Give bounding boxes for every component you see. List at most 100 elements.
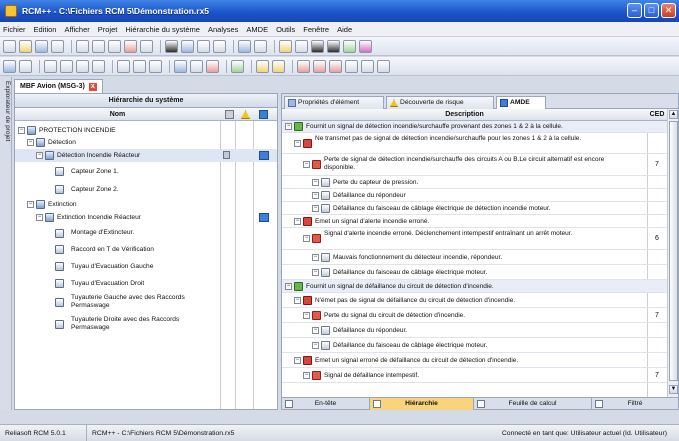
- effect-row[interactable]: − Perte du signal du circuit de détectio…: [282, 308, 667, 323]
- note-icon[interactable]: [256, 59, 269, 73]
- delete-icon[interactable]: [124, 39, 137, 53]
- collapse-icon[interactable]: −: [36, 214, 43, 221]
- menu-afficher[interactable]: Afficher: [64, 25, 89, 34]
- close-tab-icon[interactable]: x: [88, 82, 97, 91]
- collapse-icon[interactable]: −: [285, 123, 292, 130]
- analysis-icon[interactable]: [311, 39, 324, 53]
- tree-item[interactable]: − Détection: [15, 137, 277, 149]
- collapse-icon[interactable]: −: [312, 327, 319, 334]
- column-name-header[interactable]: Nom: [15, 108, 220, 121]
- scroll-thumb[interactable]: [669, 121, 678, 381]
- expand-all-icon[interactable]: [345, 59, 358, 73]
- collapse-icon[interactable]: −: [303, 235, 310, 242]
- scroll-down-icon[interactable]: ▼: [669, 385, 678, 394]
- tree-item[interactable]: Raccord en T de Vérification: [15, 241, 277, 258]
- zoom-out-icon[interactable]: [149, 59, 162, 73]
- maximize-button[interactable]: □: [644, 3, 659, 18]
- tree-item[interactable]: Montage d'Extincteur.: [15, 225, 277, 241]
- vertical-scrollbar[interactable]: ▲ ▼: [667, 109, 678, 397]
- menu-outils[interactable]: Outils: [276, 25, 295, 34]
- document-column-icon[interactable]: [225, 110, 234, 119]
- tab-element-properties[interactable]: Propriétés d'élément: [284, 96, 384, 109]
- risk-icon[interactable]: [297, 59, 310, 73]
- menu-fenetre[interactable]: Fenêtre: [303, 25, 329, 34]
- description-header[interactable]: Description: [282, 109, 647, 121]
- table-icon[interactable]: [238, 39, 251, 53]
- collapse-icon[interactable]: −: [294, 218, 301, 225]
- report-icon[interactable]: [295, 39, 308, 53]
- effect-row[interactable]: − Signal d'alerte incendie erroné. Décle…: [282, 228, 667, 250]
- effect-row[interactable]: − Signal de défaillance intempestif. 7: [282, 368, 667, 383]
- grid-icon[interactable]: [174, 59, 187, 73]
- layout-icon[interactable]: [3, 59, 16, 73]
- export-icon[interactable]: [343, 39, 356, 53]
- tab-feuille-de-calcul[interactable]: Feuille de calcul: [474, 398, 592, 410]
- document-icon[interactable]: [223, 151, 230, 159]
- open-icon[interactable]: [19, 39, 32, 53]
- filter-icon[interactable]: [254, 39, 267, 53]
- collapse-icon[interactable]: −: [27, 139, 34, 146]
- add-effect-icon[interactable]: [92, 59, 105, 73]
- collapse-all-icon[interactable]: [361, 59, 374, 73]
- failure-row[interactable]: − Ne transmet pas de signal de détection…: [282, 133, 667, 154]
- document-tab[interactable]: MBF Avion (MSG-3) x: [14, 79, 103, 93]
- collapse-icon[interactable]: −: [303, 372, 310, 379]
- effect-row[interactable]: − Perte de signal de détection incendie/…: [282, 154, 667, 176]
- collapse-icon[interactable]: −: [36, 152, 43, 159]
- tree-item[interactable]: Tuyauterie Droite avec des Raccords Perm…: [15, 314, 277, 336]
- move-up-icon[interactable]: [197, 39, 210, 53]
- copy-icon[interactable]: [92, 39, 105, 53]
- hierarchy-icon[interactable]: [165, 39, 178, 53]
- tree-item[interactable]: Tuyau d'Evacuation Gauche: [15, 258, 277, 275]
- failure-row[interactable]: − N'émet pas de signal de défaillance du…: [282, 293, 667, 308]
- analysis-grid-icon[interactable]: [259, 213, 269, 222]
- search-icon[interactable]: [117, 59, 130, 73]
- control-icon[interactable]: [329, 59, 342, 73]
- collapse-icon[interactable]: −: [312, 254, 319, 261]
- menu-fichier[interactable]: Fichier: [3, 25, 26, 34]
- tree-item[interactable]: − PROTECTION INCENDIE: [15, 125, 277, 137]
- close-button[interactable]: ✕: [661, 3, 676, 18]
- menu-edition[interactable]: Edition: [34, 25, 57, 34]
- tools-icon[interactable]: [206, 59, 219, 73]
- cause-row[interactable]: − Défaillance du faisceau de câblage éle…: [282, 265, 667, 280]
- tree-item[interactable]: − Extinction: [15, 199, 277, 211]
- collapse-icon[interactable]: −: [312, 269, 319, 276]
- cause-row[interactable]: − Défaillance du faisceau de câblage éle…: [282, 338, 667, 353]
- collapse-icon[interactable]: −: [18, 127, 25, 134]
- cut-icon[interactable]: [76, 39, 89, 53]
- move-down-icon[interactable]: [213, 39, 226, 53]
- undo-icon[interactable]: [140, 39, 153, 53]
- collapse-icon[interactable]: −: [312, 342, 319, 349]
- attachment-icon[interactable]: [272, 59, 285, 73]
- cause-row[interactable]: − Défaillance du répondeur.: [282, 323, 667, 338]
- collapse-icon[interactable]: −: [294, 297, 301, 304]
- tree-item[interactable]: − Extinction Incendie Réacteur: [15, 211, 277, 224]
- tab-risk-discovery[interactable]: Découverte de risque: [386, 96, 494, 109]
- function-row[interactable]: − Fournit un signal de détection incendi…: [282, 121, 667, 133]
- properties-icon[interactable]: [190, 59, 203, 73]
- function-row[interactable]: − Fournit un signal de défaillance du ci…: [282, 280, 667, 293]
- help-icon[interactable]: [359, 39, 372, 53]
- zoom-in-icon[interactable]: [133, 59, 146, 73]
- scroll-up-icon[interactable]: ▲: [669, 110, 678, 119]
- collapse-icon[interactable]: −: [312, 179, 319, 186]
- add-failure-icon[interactable]: [76, 59, 89, 73]
- tab-entete[interactable]: En-tête: [282, 398, 370, 410]
- collapse-icon[interactable]: −: [303, 161, 310, 168]
- menu-aide[interactable]: Aide: [337, 25, 352, 34]
- print-icon[interactable]: [51, 39, 64, 53]
- failure-row[interactable]: − Emet un signal erroné de défaillance d…: [282, 353, 667, 368]
- refresh-icon[interactable]: [377, 59, 390, 73]
- chart-icon[interactable]: [327, 39, 340, 53]
- spreadsheet-icon[interactable]: [231, 59, 244, 73]
- save-icon[interactable]: [35, 39, 48, 53]
- cause-row[interactable]: − Perte du capteur de pression.: [282, 176, 667, 189]
- collapse-icon[interactable]: −: [312, 205, 319, 212]
- ced-header[interactable]: CED: [647, 109, 667, 121]
- outline-icon[interactable]: [181, 39, 194, 53]
- tab-filtre[interactable]: Filtré: [592, 398, 678, 410]
- warning-column-icon[interactable]: [241, 110, 250, 119]
- cause-row[interactable]: − Mauvais fonctionnement du détecteur in…: [282, 250, 667, 265]
- collapse-icon[interactable]: −: [312, 192, 319, 199]
